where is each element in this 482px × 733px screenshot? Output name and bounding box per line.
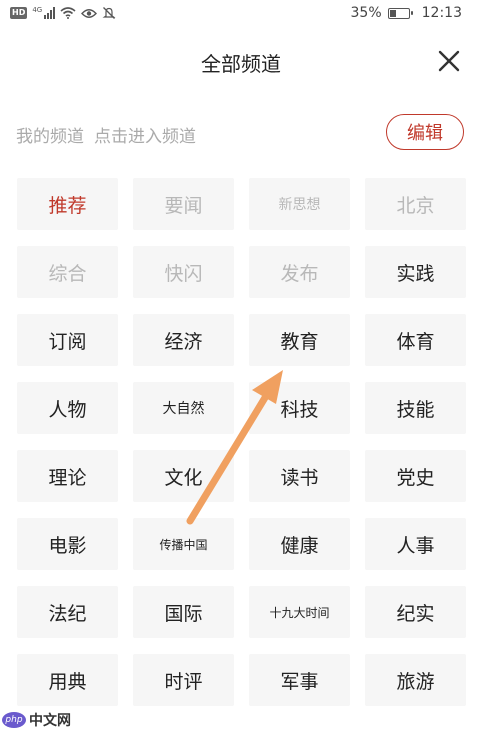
close-button[interactable]: [434, 46, 464, 76]
network-type-label: 4G: [32, 6, 43, 14]
wifi-icon: [60, 7, 76, 19]
channel-item[interactable]: 健康: [249, 518, 350, 570]
watermark: php 中文网: [2, 710, 71, 730]
edit-button[interactable]: 编辑: [386, 114, 464, 150]
eye-icon: [81, 8, 98, 18]
hd-icon: HD: [10, 7, 28, 19]
battery-percent: 35%: [350, 5, 382, 21]
channel-item[interactable]: 理论: [17, 450, 118, 502]
channel-item[interactable]: 人事: [365, 518, 466, 570]
channel-item[interactable]: 体育: [365, 314, 466, 366]
status-right: 35% 12:13: [351, 5, 462, 21]
my-channels-heading: 我的频道 点击进入频道: [16, 122, 196, 147]
channel-item[interactable]: 旅游: [365, 654, 466, 706]
my-channels-row: 我的频道 点击进入频道 编辑: [0, 112, 482, 156]
php-logo: php: [2, 712, 26, 728]
channel-item[interactable]: 科技: [249, 382, 350, 434]
channel-grid: 推荐 要闻 新思想 北京综合 快闪 发布 实践订阅 经济 教育 体育人物 大自然 科技 技能理论 文化 读书…: [17, 178, 466, 706]
channel-item[interactable]: 实践: [365, 246, 466, 298]
channel-item[interactable]: 军事: [249, 654, 350, 706]
channel-item[interactable]: 要闻: [133, 178, 234, 230]
channel-item[interactable]: 发布: [249, 246, 350, 298]
channel-item[interactable]: 时评: [133, 654, 234, 706]
battery-icon: [387, 7, 413, 19]
header: 全部频道: [0, 30, 482, 92]
channel-item[interactable]: 文化: [133, 450, 234, 502]
channel-item[interactable]: 电影: [17, 518, 118, 570]
channel-item[interactable]: 党史: [365, 450, 466, 502]
status-bar: HD 4G 35% 12:13: [0, 0, 482, 30]
mute-icon: [102, 7, 116, 19]
watermark-text: 中文网: [29, 713, 71, 729]
channel-item[interactable]: 订阅: [17, 314, 118, 366]
close-icon: [438, 50, 460, 72]
channel-item[interactable]: 推荐: [17, 178, 118, 230]
channel-item[interactable]: 十九大时间: [249, 586, 350, 638]
channel-item[interactable]: 经济: [133, 314, 234, 366]
signal-icon: 4G: [32, 6, 56, 19]
clock: 12:13: [421, 5, 462, 21]
page-title: 全部频道: [201, 52, 281, 76]
channel-item[interactable]: 大自然: [133, 382, 234, 434]
channel-item[interactable]: 快闪: [133, 246, 234, 298]
channel-item[interactable]: 传播中国: [133, 518, 234, 570]
channel-item[interactable]: 新思想: [249, 178, 350, 230]
channel-item[interactable]: 综合: [17, 246, 118, 298]
channel-item[interactable]: 纪实: [365, 586, 466, 638]
channel-item[interactable]: 法纪: [17, 586, 118, 638]
my-channels-label: 我的频道: [16, 127, 84, 147]
channel-item[interactable]: 国际: [133, 586, 234, 638]
channel-item[interactable]: 教育: [249, 314, 350, 366]
status-left: HD 4G: [10, 6, 116, 20]
channel-item[interactable]: 技能: [365, 382, 466, 434]
channel-item[interactable]: 读书: [249, 450, 350, 502]
channel-item[interactable]: 北京: [365, 178, 466, 230]
channel-item[interactable]: 用典: [17, 654, 118, 706]
channel-item[interactable]: 人物: [17, 382, 118, 434]
my-channels-hint: 点击进入频道: [94, 127, 196, 147]
